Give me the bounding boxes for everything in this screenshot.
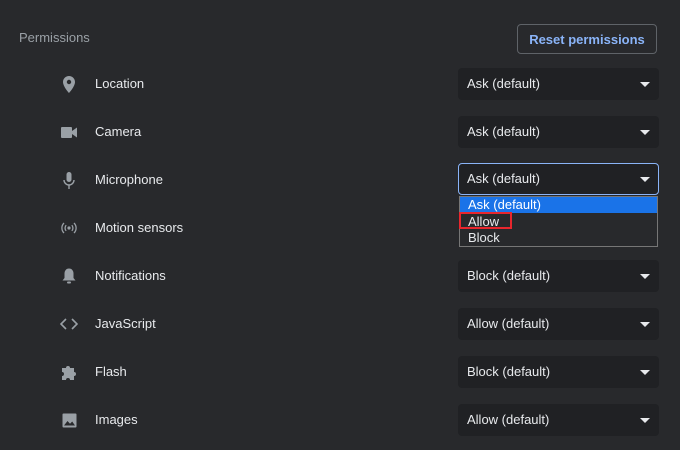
camera-icon [59, 122, 79, 142]
permission-label-javascript: JavaScript [95, 316, 156, 331]
bell-icon [59, 266, 79, 286]
location-pin-icon [59, 74, 79, 94]
permission-row-camera: Camera Ask (default) [0, 116, 680, 148]
select-value: Ask (default) [467, 124, 540, 139]
dropdown-option-ask-default[interactable]: Ask (default) [460, 197, 657, 213]
permission-label-camera: Camera [95, 124, 142, 139]
select-value: Ask (default) [467, 76, 540, 91]
permission-row-flash: Flash Block (default) [0, 356, 680, 388]
location-permission-select[interactable]: Ask (default) [458, 68, 659, 100]
code-brackets-icon [59, 314, 79, 334]
permission-row-notifications: Notifications Block (default) [0, 260, 680, 292]
select-value: Block (default) [467, 364, 551, 379]
notifications-permission-select[interactable]: Block (default) [458, 260, 659, 292]
select-value: Allow (default) [467, 412, 550, 427]
reset-permissions-button[interactable]: Reset permissions [517, 24, 657, 54]
chevron-down-icon [640, 418, 650, 423]
permission-row-images: Images Allow (default) [0, 404, 680, 436]
camera-permission-select[interactable]: Ask (default) [458, 116, 659, 148]
permission-label-images: Images [95, 412, 138, 427]
site-settings-page: Permissions Reset permissions Location A… [0, 0, 680, 450]
permission-label-flash: Flash [95, 364, 127, 379]
puzzle-piece-icon [59, 362, 79, 382]
permission-label-motion-sensors: Motion sensors [95, 220, 184, 235]
chevron-down-icon [640, 322, 650, 327]
select-value: Block (default) [467, 268, 551, 283]
javascript-permission-select[interactable]: Allow (default) [458, 308, 659, 340]
chevron-down-icon [640, 370, 650, 375]
chevron-down-icon [640, 130, 650, 135]
flash-permission-select[interactable]: Block (default) [458, 356, 659, 388]
chevron-down-icon [640, 177, 650, 182]
permissions-section-title: Permissions [19, 30, 90, 45]
permission-row-microphone: Microphone Ask (default) [0, 163, 680, 195]
permission-row-location: Location Ask (default) [0, 68, 680, 100]
permission-label-microphone: Microphone [95, 172, 163, 187]
image-icon [59, 410, 79, 430]
microphone-icon [59, 170, 79, 190]
select-value: Allow (default) [467, 316, 550, 331]
images-permission-select[interactable]: Allow (default) [458, 404, 659, 436]
chevron-down-icon [640, 82, 650, 87]
permission-row-javascript: JavaScript Allow (default) [0, 308, 680, 340]
permission-label-notifications: Notifications [95, 268, 166, 283]
permission-label-location: Location [95, 76, 145, 91]
permission-row-motion-sensors: Motion sensors [0, 212, 680, 244]
select-value: Ask (default) [467, 171, 540, 186]
sensors-icon [59, 218, 79, 238]
chevron-down-icon [640, 274, 650, 279]
microphone-permission-select[interactable]: Ask (default) [458, 163, 659, 195]
